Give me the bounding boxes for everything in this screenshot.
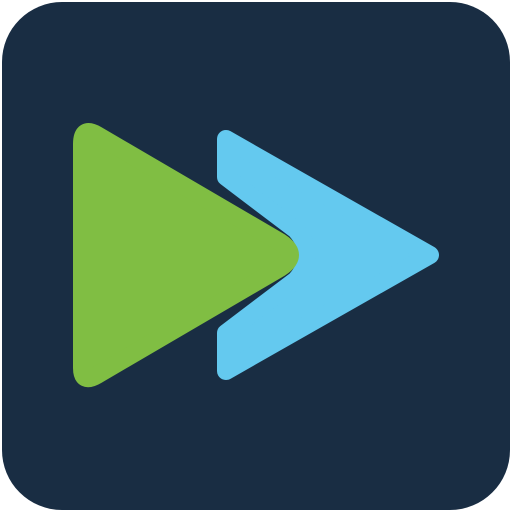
app-icon[interactable] [0, 0, 512, 512]
fast-forward-icon [2, 2, 510, 510]
